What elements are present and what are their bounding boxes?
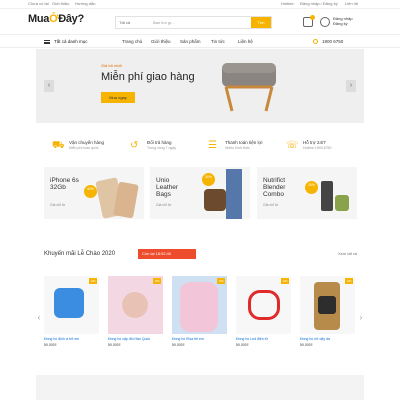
product-card[interactable]: -6% Đồng hồ cặp đôi Hàn Quốc 50.000₫ bbox=[108, 276, 163, 347]
topbar-link[interactable]: Chưa có tài bbox=[28, 1, 49, 6]
search-bar: Tất cả Bạn tìm gì... Tìm bbox=[115, 16, 272, 29]
search-category-select[interactable]: Tất cả bbox=[119, 20, 130, 25]
account-links[interactable]: Đăng nhập Đăng ký bbox=[333, 16, 353, 26]
all-categories-button[interactable]: Tất cả danh mục bbox=[54, 39, 88, 44]
logo[interactable]: MuaỞĐây? bbox=[28, 13, 84, 25]
hero-banner: ‹ › Giá tốt nhất Miễn phí giao hàng Mua … bbox=[36, 49, 364, 123]
product-name[interactable]: Đồng hồ cặp đôi Hàn Quốc bbox=[108, 337, 163, 341]
hero-eyebrow: Giá tốt nhất bbox=[101, 63, 122, 68]
menu-icon[interactable] bbox=[44, 40, 50, 44]
discount-badge: 30% bbox=[202, 173, 215, 186]
discount-badge: -6% bbox=[281, 278, 289, 284]
promo-banner-iphone[interactable]: iPhone 6s 32Gb Giá chỉ từ 40% bbox=[44, 167, 144, 219]
topbar-link[interactable]: Giới thiệu bbox=[52, 1, 69, 6]
search-button[interactable]: Tìm bbox=[251, 17, 271, 28]
product-card[interactable]: -6% Đồng hồ định vị trẻ em 50.000₫ bbox=[44, 276, 99, 347]
hero-prev-icon[interactable]: ‹ bbox=[44, 80, 54, 92]
product-name[interactable]: Đồng hồ Elsa trẻ em bbox=[172, 337, 227, 341]
contact-link[interactable]: Liên hệ bbox=[345, 1, 358, 6]
promo-banner-bags[interactable]: Unio Leather Bags Giá chỉ từ 30% bbox=[150, 167, 250, 219]
cart-icon[interactable] bbox=[303, 15, 315, 27]
product-image[interactable]: -6% bbox=[300, 276, 355, 334]
product-image[interactable]: -6% bbox=[236, 276, 291, 334]
product-image[interactable]: -6% bbox=[44, 276, 99, 334]
top-bar: Chưa có tài Giới thiệu Hướng dẫn Hotline… bbox=[0, 0, 400, 9]
hero-cta-button[interactable]: Mua ngay bbox=[101, 92, 135, 103]
product-name[interactable]: Đồng hồ nữ dây da bbox=[300, 337, 355, 341]
blender-image bbox=[321, 181, 333, 211]
nav-item-products[interactable]: Sản phẩm bbox=[180, 39, 201, 44]
product-price: 50.000₫ bbox=[44, 343, 57, 347]
nav-hotline: 1900 6750 bbox=[322, 39, 344, 44]
product-name[interactable]: Đồng hồ định vị trẻ em bbox=[44, 337, 99, 341]
phone-icon bbox=[313, 39, 318, 44]
carousel-prev-icon[interactable]: ‹ bbox=[36, 313, 42, 323]
card-icon: ☰ bbox=[208, 140, 217, 151]
topbar-link[interactable]: Hướng dẫn bbox=[75, 1, 95, 6]
bag-image bbox=[204, 189, 226, 211]
product-price: 50.000₫ bbox=[236, 343, 249, 347]
nav-item-home[interactable]: Trang chủ bbox=[122, 39, 142, 44]
promo-banner-blender[interactable]: Nutrifict Blender Combo Giá chỉ từ 20% bbox=[257, 167, 357, 219]
product-image[interactable]: -6% bbox=[108, 276, 163, 334]
discount-badge: -6% bbox=[89, 278, 97, 284]
product-price: 50.000₫ bbox=[172, 343, 185, 347]
carousel-next-icon[interactable]: › bbox=[358, 313, 364, 323]
flash-sale-title: Khuyến mãi Lễ Chào 2020 bbox=[44, 251, 116, 257]
support-icon: ☏ bbox=[286, 140, 299, 151]
cart-count-badge bbox=[310, 15, 315, 20]
return-icon: ↺ bbox=[130, 140, 139, 151]
ottoman-image bbox=[222, 63, 276, 112]
discount-badge: 20% bbox=[305, 181, 318, 194]
page: Chưa có tài Giới thiệu Hướng dẫn Hotline… bbox=[0, 0, 400, 400]
product-card[interactable]: -6% Đồng hồ nữ dây da 50.000₫ bbox=[300, 276, 355, 347]
discount-badge: -6% bbox=[153, 278, 161, 284]
next-section bbox=[36, 375, 364, 400]
model-image bbox=[226, 169, 242, 219]
main-nav: Tất cả danh mục Trang chủ Giới thiệu Sản… bbox=[0, 34, 400, 48]
discount-badge: -6% bbox=[345, 278, 353, 284]
product-price: 50.000₫ bbox=[108, 343, 121, 347]
product-card[interactable]: -6% Đồng hồ Led điện tử 50.000₫ bbox=[236, 276, 291, 347]
view-all-link[interactable]: Xem tất cả bbox=[338, 251, 357, 256]
truck-icon: ⛟ bbox=[52, 140, 65, 151]
user-icon[interactable] bbox=[320, 17, 330, 27]
product-card[interactable]: -6% Đồng hồ Elsa trẻ em 50.000₫ bbox=[172, 276, 227, 347]
product-image[interactable]: -6% bbox=[172, 276, 227, 334]
discount-badge: -6% bbox=[217, 278, 225, 284]
product-price: 50.000₫ bbox=[300, 343, 313, 347]
nav-item-about[interactable]: Giới thiệu bbox=[151, 39, 170, 44]
blender-image bbox=[335, 195, 349, 211]
search-input[interactable]: Bạn tìm gì... bbox=[153, 20, 175, 25]
discount-badge: 40% bbox=[84, 185, 97, 198]
nav-item-contact[interactable]: Liên hệ bbox=[238, 39, 253, 44]
login-link[interactable]: Đăng nhập / Đăng ký bbox=[300, 1, 338, 6]
hero-title: Miễn phí giao hàng bbox=[101, 71, 195, 83]
nav-item-news[interactable]: Tin tức bbox=[211, 39, 225, 44]
phone-image bbox=[113, 181, 139, 219]
countdown-badge: Còn lại 18:52:40 bbox=[138, 249, 196, 259]
hotline-text: Hotline: bbox=[281, 1, 295, 6]
product-name[interactable]: Đồng hồ Led điện tử bbox=[236, 337, 291, 341]
hero-next-icon[interactable]: › bbox=[346, 80, 356, 92]
